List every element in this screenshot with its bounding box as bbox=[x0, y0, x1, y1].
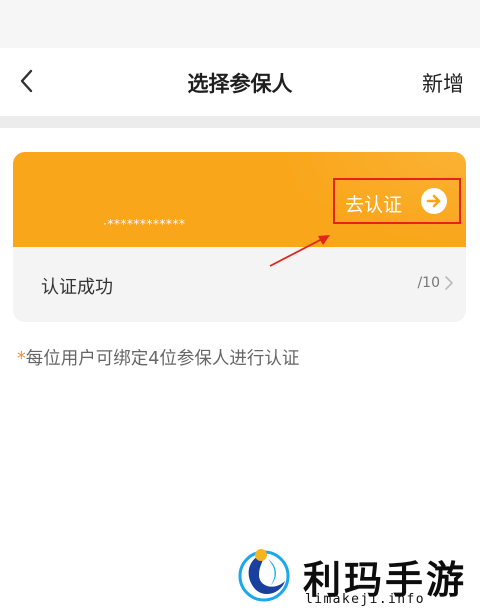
section-divider bbox=[0, 116, 480, 128]
arrow-right-circle-icon bbox=[421, 188, 447, 214]
note-text: 每位用户可绑定4位参保人进行认证 bbox=[25, 349, 300, 369]
nav-bar: 选择参保人 新增 bbox=[0, 48, 480, 116]
count-label: /10 bbox=[417, 275, 440, 291]
chevron-right-icon[interactable] bbox=[444, 275, 454, 291]
insured-person-card[interactable]: ·************ 去认证 认证成功 /10 bbox=[13, 152, 466, 322]
binding-limit-note: *每位用户可绑定4位参保人进行认证 bbox=[17, 345, 299, 370]
status-bar bbox=[0, 0, 480, 48]
add-insured-button[interactable]: 新增 bbox=[422, 68, 464, 98]
masked-name: ·************ bbox=[103, 217, 186, 231]
verification-status: 认证成功 bbox=[41, 277, 113, 298]
brand-logo bbox=[238, 549, 290, 602]
required-star: * bbox=[17, 349, 26, 369]
page-title: 选择参保人 bbox=[187, 72, 293, 96]
verify-button[interactable]: 去认证 bbox=[333, 178, 461, 224]
watermark-url: limakeji.info bbox=[305, 592, 425, 607]
card-footer: 认证成功 /10 bbox=[13, 247, 466, 322]
verify-label: 去认证 bbox=[345, 194, 403, 216]
